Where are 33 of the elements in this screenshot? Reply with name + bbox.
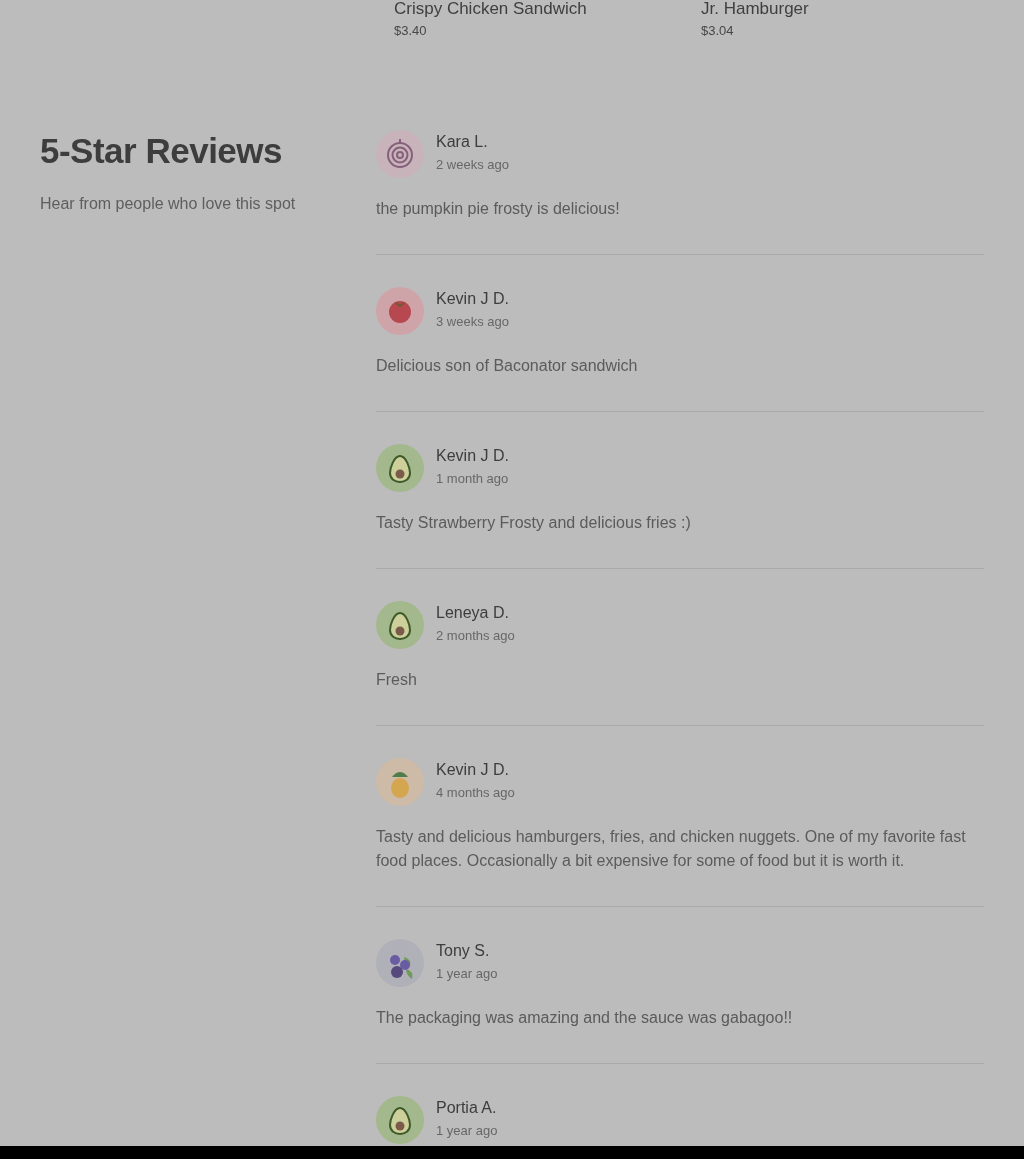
onion-icon — [376, 130, 424, 178]
review-time: 1 month ago — [436, 471, 509, 487]
reviewer-name: Kara L. — [436, 132, 488, 152]
avocado-icon — [376, 601, 424, 649]
menu-item-price: $3.40 — [394, 23, 427, 39]
pineapple-icon — [376, 758, 424, 806]
section-heading: 5-Star Reviews — [40, 130, 284, 172]
reviewer-name: Kevin J D. — [436, 289, 509, 309]
review-text: The packaging was amazing and the sauce was gabagoo!! — [376, 1008, 794, 1028]
section-subtitle: Hear from people who love this spot — [40, 195, 296, 213]
review-text: Fresh — [376, 670, 418, 690]
reviewer-name: Portia A. — [436, 1098, 497, 1118]
avocado-icon — [376, 1096, 424, 1144]
review-text: Tasty Strawberry Frosty and delicious fries :) — [376, 513, 692, 533]
review-time: 4 months ago — [436, 785, 515, 801]
review-time: 2 months ago — [436, 628, 515, 644]
review-time: 2 weeks ago — [436, 157, 509, 173]
menu-item-name[interactable]: Jr. Hamburger — [701, 0, 809, 19]
review-time: 1 year ago — [436, 1123, 498, 1139]
reviewer-name: Kevin J D. — [436, 446, 509, 466]
review-text: Delicious son of Baconator sandwich — [376, 356, 639, 376]
review-time: 1 year ago — [436, 966, 498, 982]
menu-item-price: $3.04 — [701, 23, 734, 39]
blueberry-icon — [376, 939, 424, 987]
reviewer-name: Tony S. — [436, 941, 490, 961]
avocado-icon — [376, 444, 424, 492]
reviewer-name: Kevin J D. — [436, 760, 509, 780]
tomato-icon — [376, 287, 424, 335]
menu-item-name[interactable]: Crispy Chicken Sandwich — [394, 0, 587, 19]
review-text: Tasty and delicious hamburgers, fries, and chicken nuggets. One of my favorite fast food places. Occasionally a bit expensive for some of food but it is worth it. — [376, 827, 967, 871]
review-time: 3 weeks ago — [436, 314, 509, 330]
reviewer-name: Leneya D. — [436, 603, 509, 623]
review-text: the pumpkin pie frosty is delicious! — [376, 199, 621, 219]
